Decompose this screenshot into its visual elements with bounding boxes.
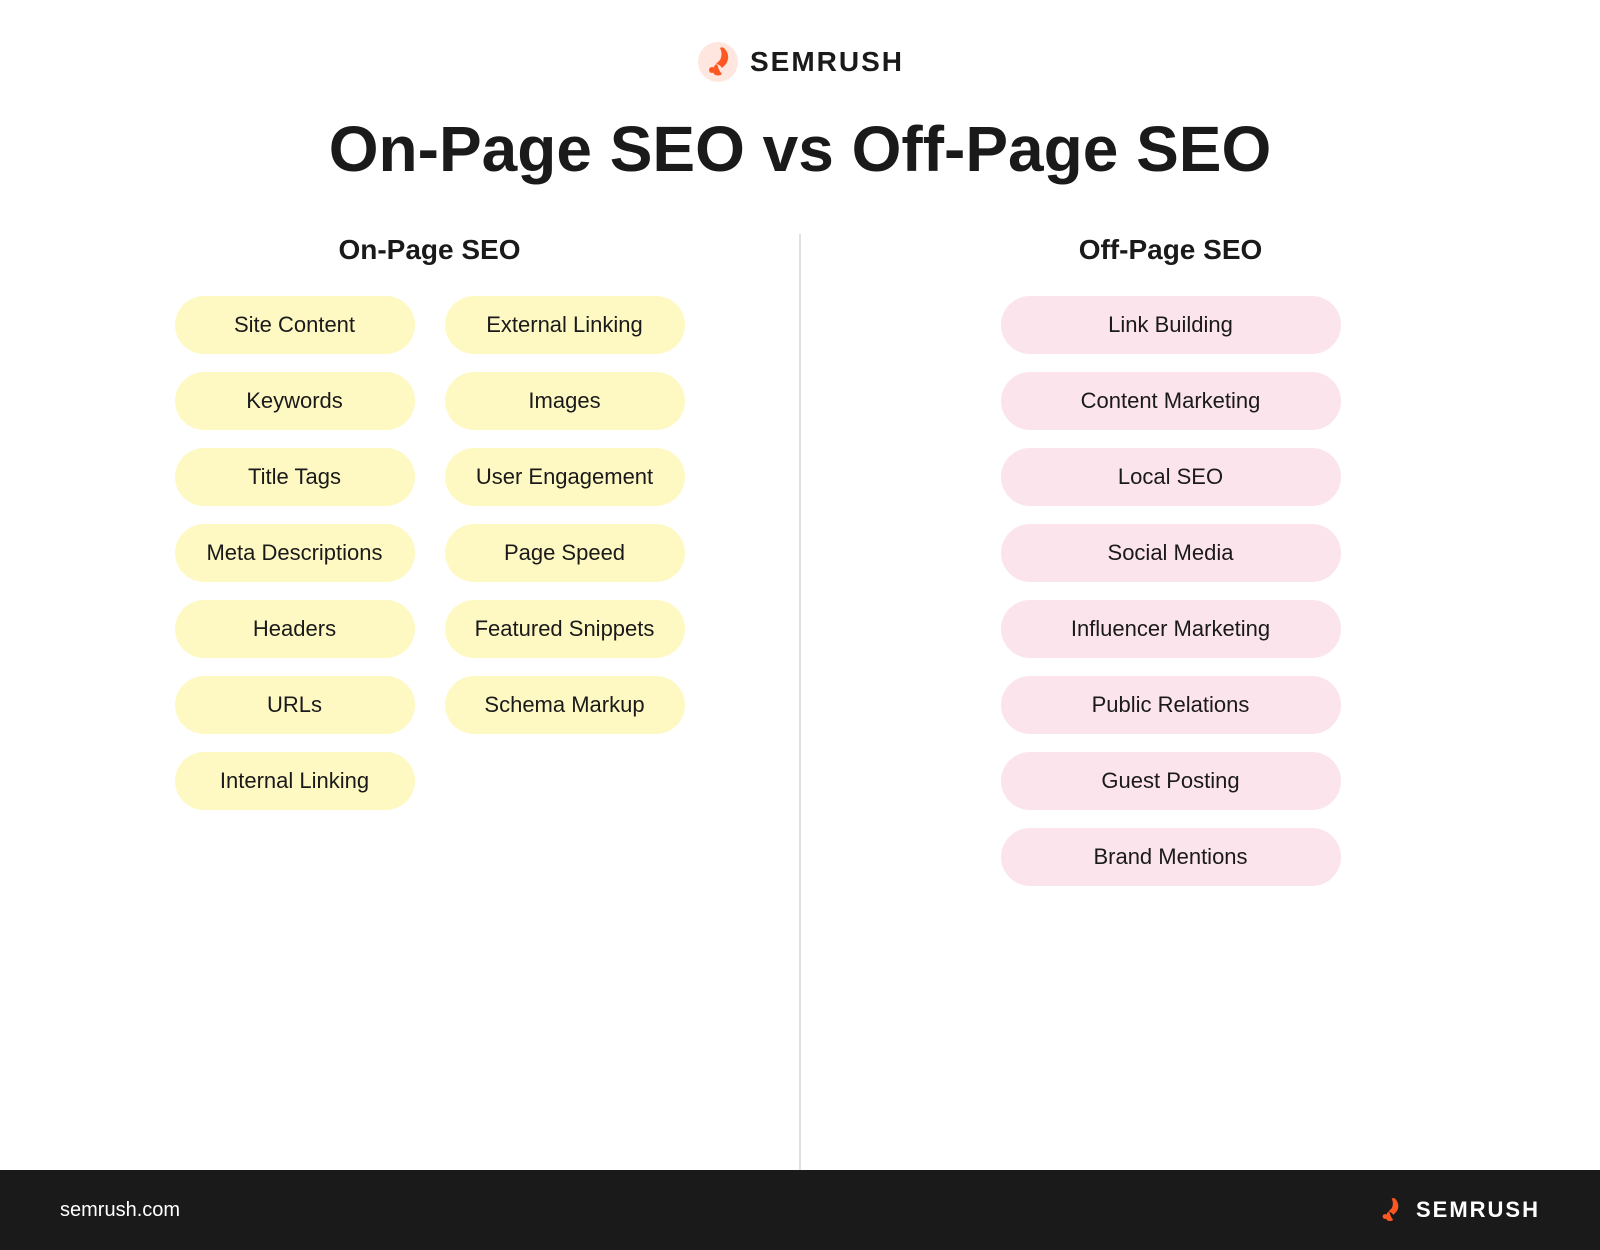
onpage-col2-item: External Linking — [445, 296, 685, 354]
logo-text: SEMRUSH — [750, 46, 904, 78]
offpage-item: Public Relations — [1001, 676, 1341, 734]
offpage-item: Local SEO — [1001, 448, 1341, 506]
main-title: On-Page SEO vs Off-Page SEO — [329, 114, 1271, 184]
offpage-items: Link Building Content Marketing Local SEO S… — [821, 296, 1520, 886]
footer-logo-icon — [1372, 1192, 1408, 1228]
offpage-item: Brand Mentions — [1001, 828, 1341, 886]
onpage-col2-item: Featured Snippets — [445, 600, 685, 658]
column-divider — [799, 234, 801, 1170]
onpage-col2-item: Page Speed — [445, 524, 685, 582]
header-logo: SEMRUSH — [696, 40, 904, 84]
footer-logo: SEMRUSH — [1372, 1192, 1540, 1228]
onpage-col2: External Linking Images User Engagement Pag… — [445, 296, 685, 810]
onpage-column: On-Page SEO Site Content Keywords Title Ta… — [80, 234, 779, 1170]
offpage-item: Influencer Marketing — [1001, 600, 1341, 658]
onpage-col1-item: URLs — [175, 676, 415, 734]
onpage-col1-item: Internal Linking — [175, 752, 415, 810]
onpage-col2-item: User Engagement — [445, 448, 685, 506]
onpage-col1-item: Meta Descriptions — [175, 524, 415, 582]
semrush-logo-icon — [696, 40, 740, 84]
offpage-column: Off-Page SEO Link Building Content Market… — [821, 234, 1520, 1170]
footer-url: semrush.com — [60, 1199, 180, 1222]
onpage-header: On-Page SEO — [338, 234, 520, 266]
offpage-item: Content Marketing — [1001, 372, 1341, 430]
onpage-col2-item: Schema Markup — [445, 676, 685, 734]
onpage-col1-item: Keywords — [175, 372, 415, 430]
offpage-item: Link Building — [1001, 296, 1341, 354]
onpage-col1-item: Title Tags — [175, 448, 415, 506]
onpage-col2-item: Images — [445, 372, 685, 430]
footer-logo-text: SEMRUSH — [1416, 1197, 1540, 1223]
main-content: SEMRUSH On-Page SEO vs Off-Page SEO On-P… — [0, 0, 1600, 1170]
onpage-col1: Site Content Keywords Title Tags Meta Descr… — [175, 296, 415, 810]
offpage-item: Social Media — [1001, 524, 1341, 582]
offpage-item: Guest Posting — [1001, 752, 1341, 810]
onpage-col1-item: Site Content — [175, 296, 415, 354]
columns-wrapper: On-Page SEO Site Content Keywords Title Ta… — [80, 234, 1520, 1170]
onpage-inner: Site Content Keywords Title Tags Meta Descr… — [80, 296, 779, 810]
onpage-col1-item: Headers — [175, 600, 415, 658]
footer: semrush.com SEMRUSH — [0, 1170, 1600, 1250]
offpage-header: Off-Page SEO — [1079, 234, 1263, 266]
